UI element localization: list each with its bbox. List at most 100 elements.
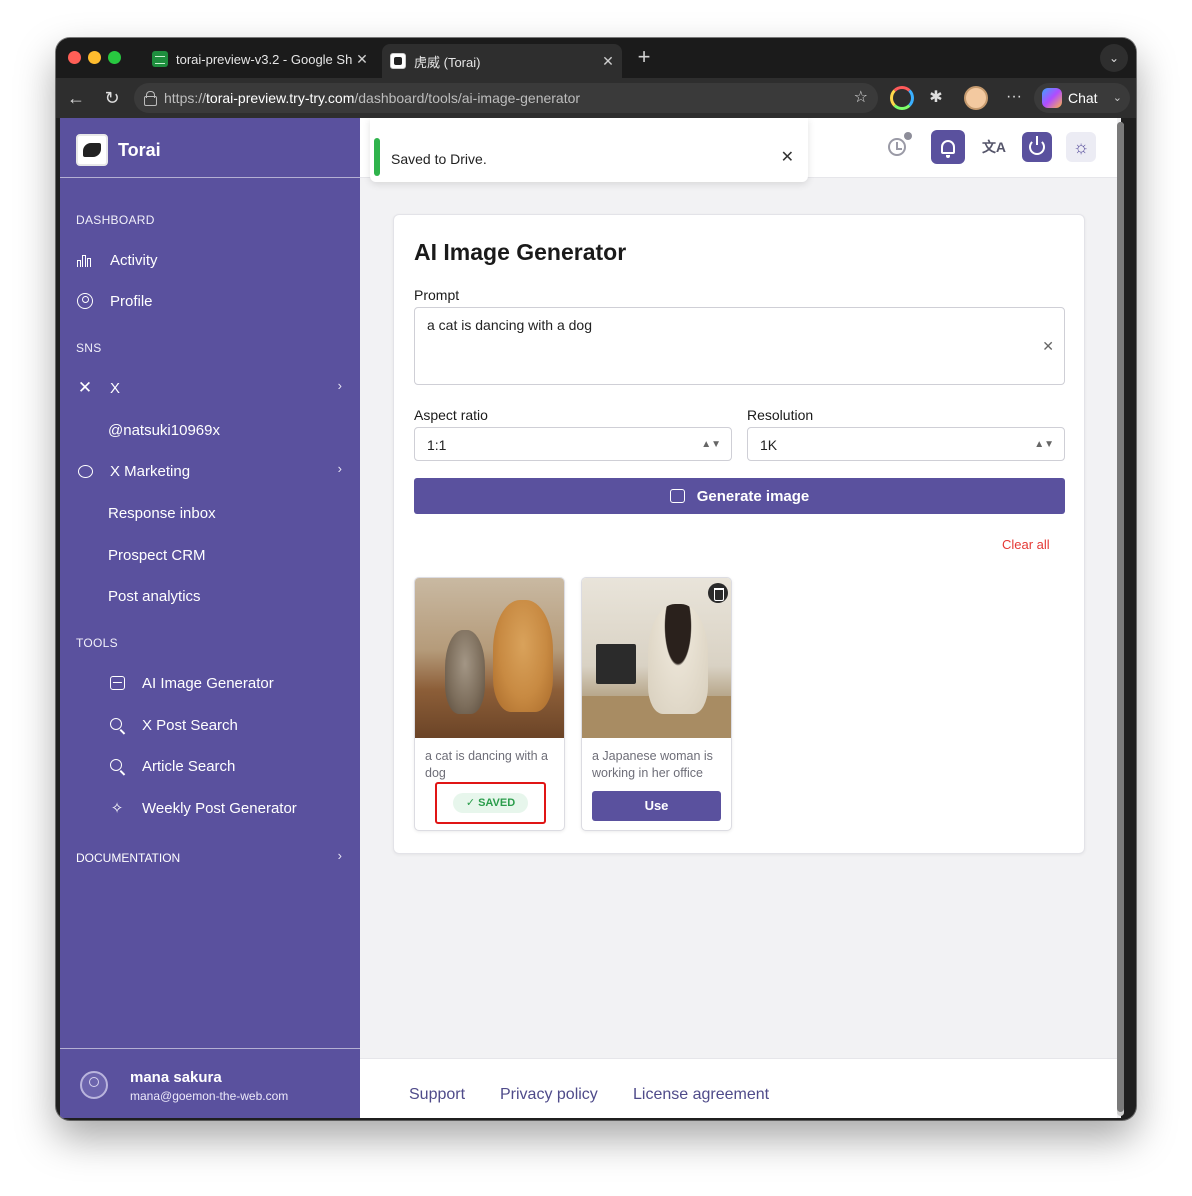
chevron-right-icon: › bbox=[337, 848, 342, 863]
use-image-button[interactable]: Use bbox=[592, 791, 721, 821]
privacy-policy-link[interactable]: Privacy policy bbox=[500, 1086, 598, 1104]
avatar bbox=[80, 1071, 108, 1099]
history-button[interactable] bbox=[880, 130, 914, 164]
generated-image-card[interactable]: a Japanese woman is working in her offic… bbox=[581, 577, 732, 831]
user-email: mana@goemon-the-web.com bbox=[130, 1089, 289, 1103]
resolution-value: 1K bbox=[760, 437, 778, 453]
sidebar-item-x-marketing[interactable]: X Marketing › bbox=[76, 455, 344, 487]
search-icon bbox=[108, 757, 126, 775]
copilot-chat-button[interactable]: Chat ⌄ bbox=[1034, 83, 1130, 113]
torai-logo bbox=[76, 134, 108, 166]
saved-highlight: ✓ SAVED bbox=[435, 782, 546, 824]
tab-bar: torai-preview-v3.2 - Google Sheets ✕ 虎威 … bbox=[56, 38, 1136, 78]
sidebar-item-activity[interactable]: Activity bbox=[76, 244, 344, 276]
toast-success-bar bbox=[374, 138, 380, 176]
notifications-button[interactable] bbox=[931, 130, 965, 164]
clear-prompt-icon[interactable]: ✕ bbox=[1042, 338, 1054, 355]
aspect-ratio-label: Aspect ratio bbox=[414, 407, 488, 423]
sidebar-item-article-search[interactable]: Article Search bbox=[108, 750, 344, 782]
tab-torai[interactable]: 虎威 (Torai) ✕ bbox=[382, 44, 622, 78]
more-options-icon[interactable]: ··· bbox=[1002, 86, 1026, 110]
search-icon bbox=[108, 716, 126, 734]
language-button[interactable]: 文A bbox=[977, 130, 1011, 164]
generated-image[interactable] bbox=[415, 578, 564, 738]
sidebar-item-label: Article Search bbox=[142, 757, 236, 775]
scrollbar-thumb[interactable] bbox=[1117, 122, 1124, 1112]
image-caption: a cat is dancing with a dog bbox=[425, 749, 548, 780]
power-icon bbox=[1029, 136, 1045, 155]
sidebar-item-label: @natsuki10969x bbox=[108, 421, 220, 439]
generate-image-button[interactable]: Generate image bbox=[414, 478, 1065, 514]
tab-title: 虎威 (Torai) bbox=[414, 54, 481, 70]
minimize-window-button[interactable] bbox=[88, 51, 101, 64]
sidebar-item-documentation[interactable]: DOCUMENTATION › bbox=[76, 842, 344, 874]
aspect-ratio-value: 1:1 bbox=[427, 437, 447, 453]
tab-search-chevron-icon[interactable]: ⌄ bbox=[1100, 44, 1128, 72]
sidebar-item-ai-image-generator[interactable]: AI Image Generator bbox=[108, 667, 344, 699]
trash-icon[interactable] bbox=[708, 583, 728, 603]
logout-button[interactable] bbox=[1022, 132, 1052, 162]
bell-icon bbox=[941, 140, 955, 158]
sparkles-icon: ✧ bbox=[110, 800, 124, 817]
sidebar-item-x-handle[interactable]: @natsuki10969x bbox=[108, 414, 344, 446]
license-agreement-link[interactable]: License agreement bbox=[633, 1086, 769, 1104]
sidebar-item-label: Post analytics bbox=[108, 587, 201, 605]
maximize-window-button[interactable] bbox=[108, 51, 121, 64]
bar-chart-icon bbox=[76, 251, 94, 269]
support-link[interactable]: Support bbox=[409, 1086, 465, 1104]
toast-close-icon[interactable]: ✕ bbox=[781, 147, 794, 167]
chevron-right-icon: › bbox=[337, 378, 342, 393]
color-extension-icon[interactable] bbox=[890, 86, 914, 110]
back-arrow-icon[interactable]: ← bbox=[64, 86, 88, 110]
address-bar[interactable]: https://torai-preview.try-try.com/dashbo… bbox=[134, 83, 878, 113]
user-account[interactable]: mana sakura mana@goemon-the-web.com bbox=[60, 1048, 360, 1118]
extensions-puzzle-icon[interactable]: ✱ bbox=[924, 86, 948, 110]
section-sns: SNS bbox=[76, 341, 102, 355]
close-window-button[interactable] bbox=[68, 51, 81, 64]
section-tools: TOOLS bbox=[76, 636, 118, 650]
clear-all-button[interactable]: Clear all bbox=[1002, 537, 1050, 552]
new-tab-button[interactable]: + bbox=[632, 46, 656, 70]
sidebar-item-post-analytics[interactable]: Post analytics bbox=[108, 580, 344, 612]
sidebar-item-response-inbox[interactable]: Response inbox bbox=[108, 497, 344, 529]
chat-label: Chat bbox=[1068, 90, 1098, 106]
resolution-select[interactable]: 1K ▲▼ bbox=[747, 427, 1065, 461]
browser-window: torai-preview-v3.2 - Google Sheets ✕ 虎威 … bbox=[56, 38, 1136, 1120]
sidebar-item-label: X Marketing bbox=[110, 462, 191, 480]
bookmark-star-icon[interactable]: ☆ bbox=[854, 83, 868, 113]
browser-toolbar: ← ↻ https://torai-preview.try-try.com/da… bbox=[56, 78, 1136, 118]
dog-figure bbox=[493, 600, 553, 712]
sidebar-item-x[interactable]: ✕ X › bbox=[76, 372, 344, 404]
url-path: /dashboard/tools/ai-image-generator bbox=[354, 90, 581, 106]
profile-avatar-icon[interactable] bbox=[964, 86, 988, 110]
generate-label: Generate image bbox=[696, 487, 810, 505]
translate-icon: 文A bbox=[981, 139, 1007, 155]
toast-notification: Saved to Drive. ✕ bbox=[370, 118, 808, 182]
cat-figure bbox=[445, 630, 485, 714]
theme-toggle-button[interactable]: ☼ bbox=[1066, 132, 1096, 162]
tab-close-icon[interactable]: ✕ bbox=[598, 53, 618, 70]
select-arrows-icon: ▲▼ bbox=[701, 439, 721, 450]
status-dot bbox=[904, 132, 912, 140]
select-arrows-icon: ▲▼ bbox=[1034, 439, 1054, 450]
sidebar-item-weekly-post-generator[interactable]: ✧ Weekly Post Generator bbox=[108, 792, 344, 824]
prompt-input[interactable]: a cat is dancing with a dog ✕ bbox=[414, 307, 1065, 385]
generated-image-card[interactable]: a cat is dancing with a dog ✓ SAVED bbox=[414, 577, 565, 831]
tab-google-sheets[interactable]: torai-preview-v3.2 - Google Sheets ✕ bbox=[144, 44, 376, 74]
tab-close-icon[interactable]: ✕ bbox=[352, 51, 372, 68]
url-scheme: https:// bbox=[164, 90, 207, 106]
generated-image[interactable] bbox=[582, 578, 731, 738]
aspect-ratio-select[interactable]: 1:1 ▲▼ bbox=[414, 427, 732, 461]
clock-icon bbox=[888, 138, 906, 156]
brand-header[interactable]: Torai bbox=[60, 118, 360, 178]
monitor-figure bbox=[596, 644, 636, 684]
saved-badge: ✓ SAVED bbox=[453, 793, 528, 813]
sidebar-item-label: Activity bbox=[110, 251, 158, 269]
sidebar-item-label: AI Image Generator bbox=[142, 674, 274, 692]
sidebar-item-prospect-crm[interactable]: Prospect CRM bbox=[108, 539, 344, 571]
chevron-down-icon: ⌄ bbox=[1112, 92, 1122, 104]
sidebar-item-profile[interactable]: Profile bbox=[76, 285, 344, 317]
reload-icon[interactable]: ↻ bbox=[100, 86, 124, 110]
page-title: AI Image Generator bbox=[414, 239, 627, 265]
sidebar-item-x-post-search[interactable]: X Post Search bbox=[108, 709, 344, 741]
